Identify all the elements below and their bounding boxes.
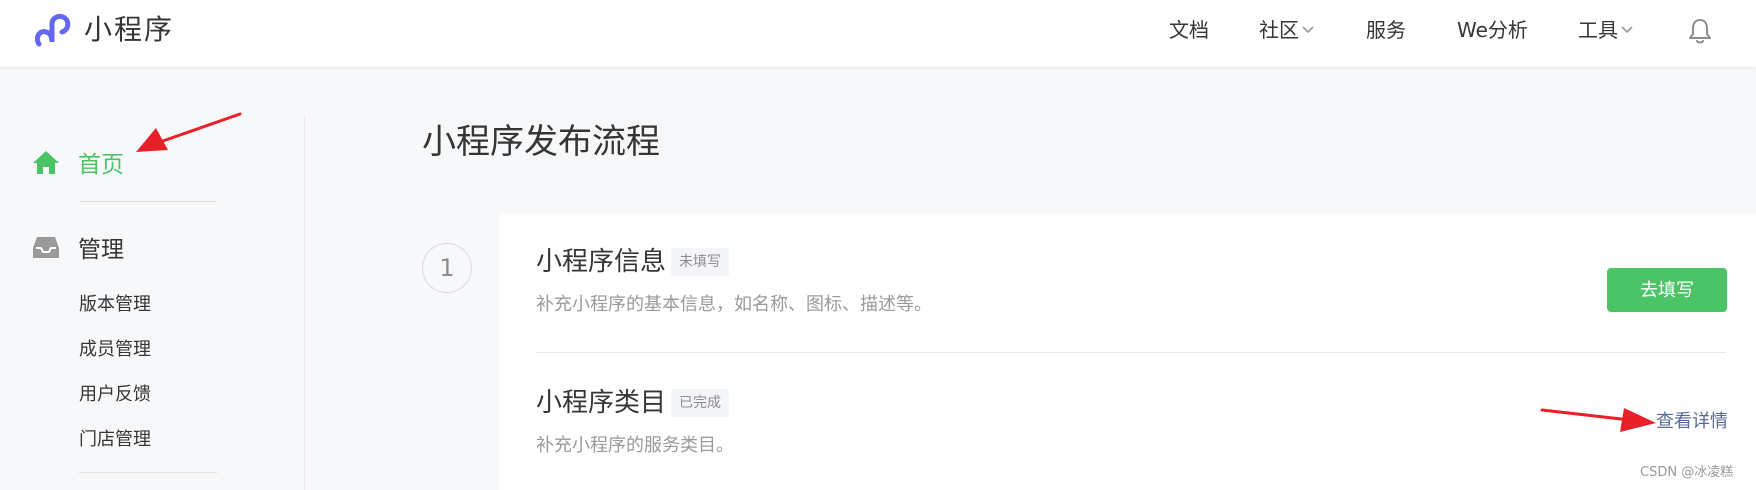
nav-tools[interactable]: 工具 [1578, 18, 1633, 42]
sidebar-item-home-label: 首页 [78, 152, 124, 178]
fill-in-button[interactable]: 去填写 [1607, 268, 1727, 312]
page-title: 小程序发布流程 [422, 122, 660, 162]
row-description: 补充小程序的服务类目。 [536, 435, 734, 456]
nav-services-label: 服务 [1366, 18, 1406, 42]
nav-tools-label: 工具 [1578, 18, 1618, 42]
inbox-icon [33, 237, 59, 258]
sidebar-item-home[interactable]: 首页 [32, 145, 124, 179]
row-separator [536, 352, 1726, 353]
nav-community-label: 社区 [1259, 18, 1299, 42]
sidebar-item-version-management[interactable]: 版本管理 [79, 294, 151, 316]
sidebar-item-member-management[interactable]: 成员管理 [79, 339, 151, 361]
nav-docs[interactable]: 文档 [1169, 18, 1209, 42]
status-badge: 未填写 [671, 248, 729, 276]
sidebar-item-user-feedback[interactable]: 用户反馈 [79, 384, 151, 406]
step-number: 1 [422, 243, 472, 293]
sidebar-separator [79, 201, 217, 202]
watermark: CSDN @冰凌糕 [1640, 465, 1734, 480]
annotation-arrow-icon [136, 112, 242, 152]
home-icon [33, 151, 59, 174]
nav-we-analytics[interactable]: We分析 [1457, 18, 1528, 42]
nav-docs-label: 文档 [1169, 18, 1209, 42]
chevron-down-icon [1621, 26, 1633, 34]
miniprogram-logo-icon[interactable] [33, 12, 73, 52]
bell-icon[interactable] [1687, 17, 1713, 45]
brand-title[interactable]: 小程序 [84, 12, 174, 48]
sidebar-item-manage[interactable]: 管理 [32, 230, 124, 264]
sidebar-divider [304, 117, 305, 490]
nav-services[interactable]: 服务 [1366, 18, 1406, 42]
row-description: 补充小程序的基本信息，如名称、图标、描述等。 [536, 294, 932, 315]
view-details-link[interactable]: 查看详情 [1656, 411, 1728, 433]
top-navbar: 小程序 文档 社区 服务 We分析 工具 [0, 0, 1756, 67]
sidebar-separator [79, 472, 217, 473]
nav-community[interactable]: 社区 [1259, 18, 1314, 42]
row-title-miniprogram-category: 小程序类目 [536, 388, 667, 418]
chevron-down-icon [1302, 26, 1314, 34]
row-title-miniprogram-info: 小程序信息 [536, 247, 667, 277]
status-badge: 已完成 [671, 389, 729, 417]
nav-we-analytics-label: We分析 [1457, 18, 1528, 42]
annotation-arrow-icon [1540, 408, 1656, 432]
sidebar-item-manage-label: 管理 [78, 237, 124, 263]
sidebar-item-store-management[interactable]: 门店管理 [79, 429, 151, 451]
